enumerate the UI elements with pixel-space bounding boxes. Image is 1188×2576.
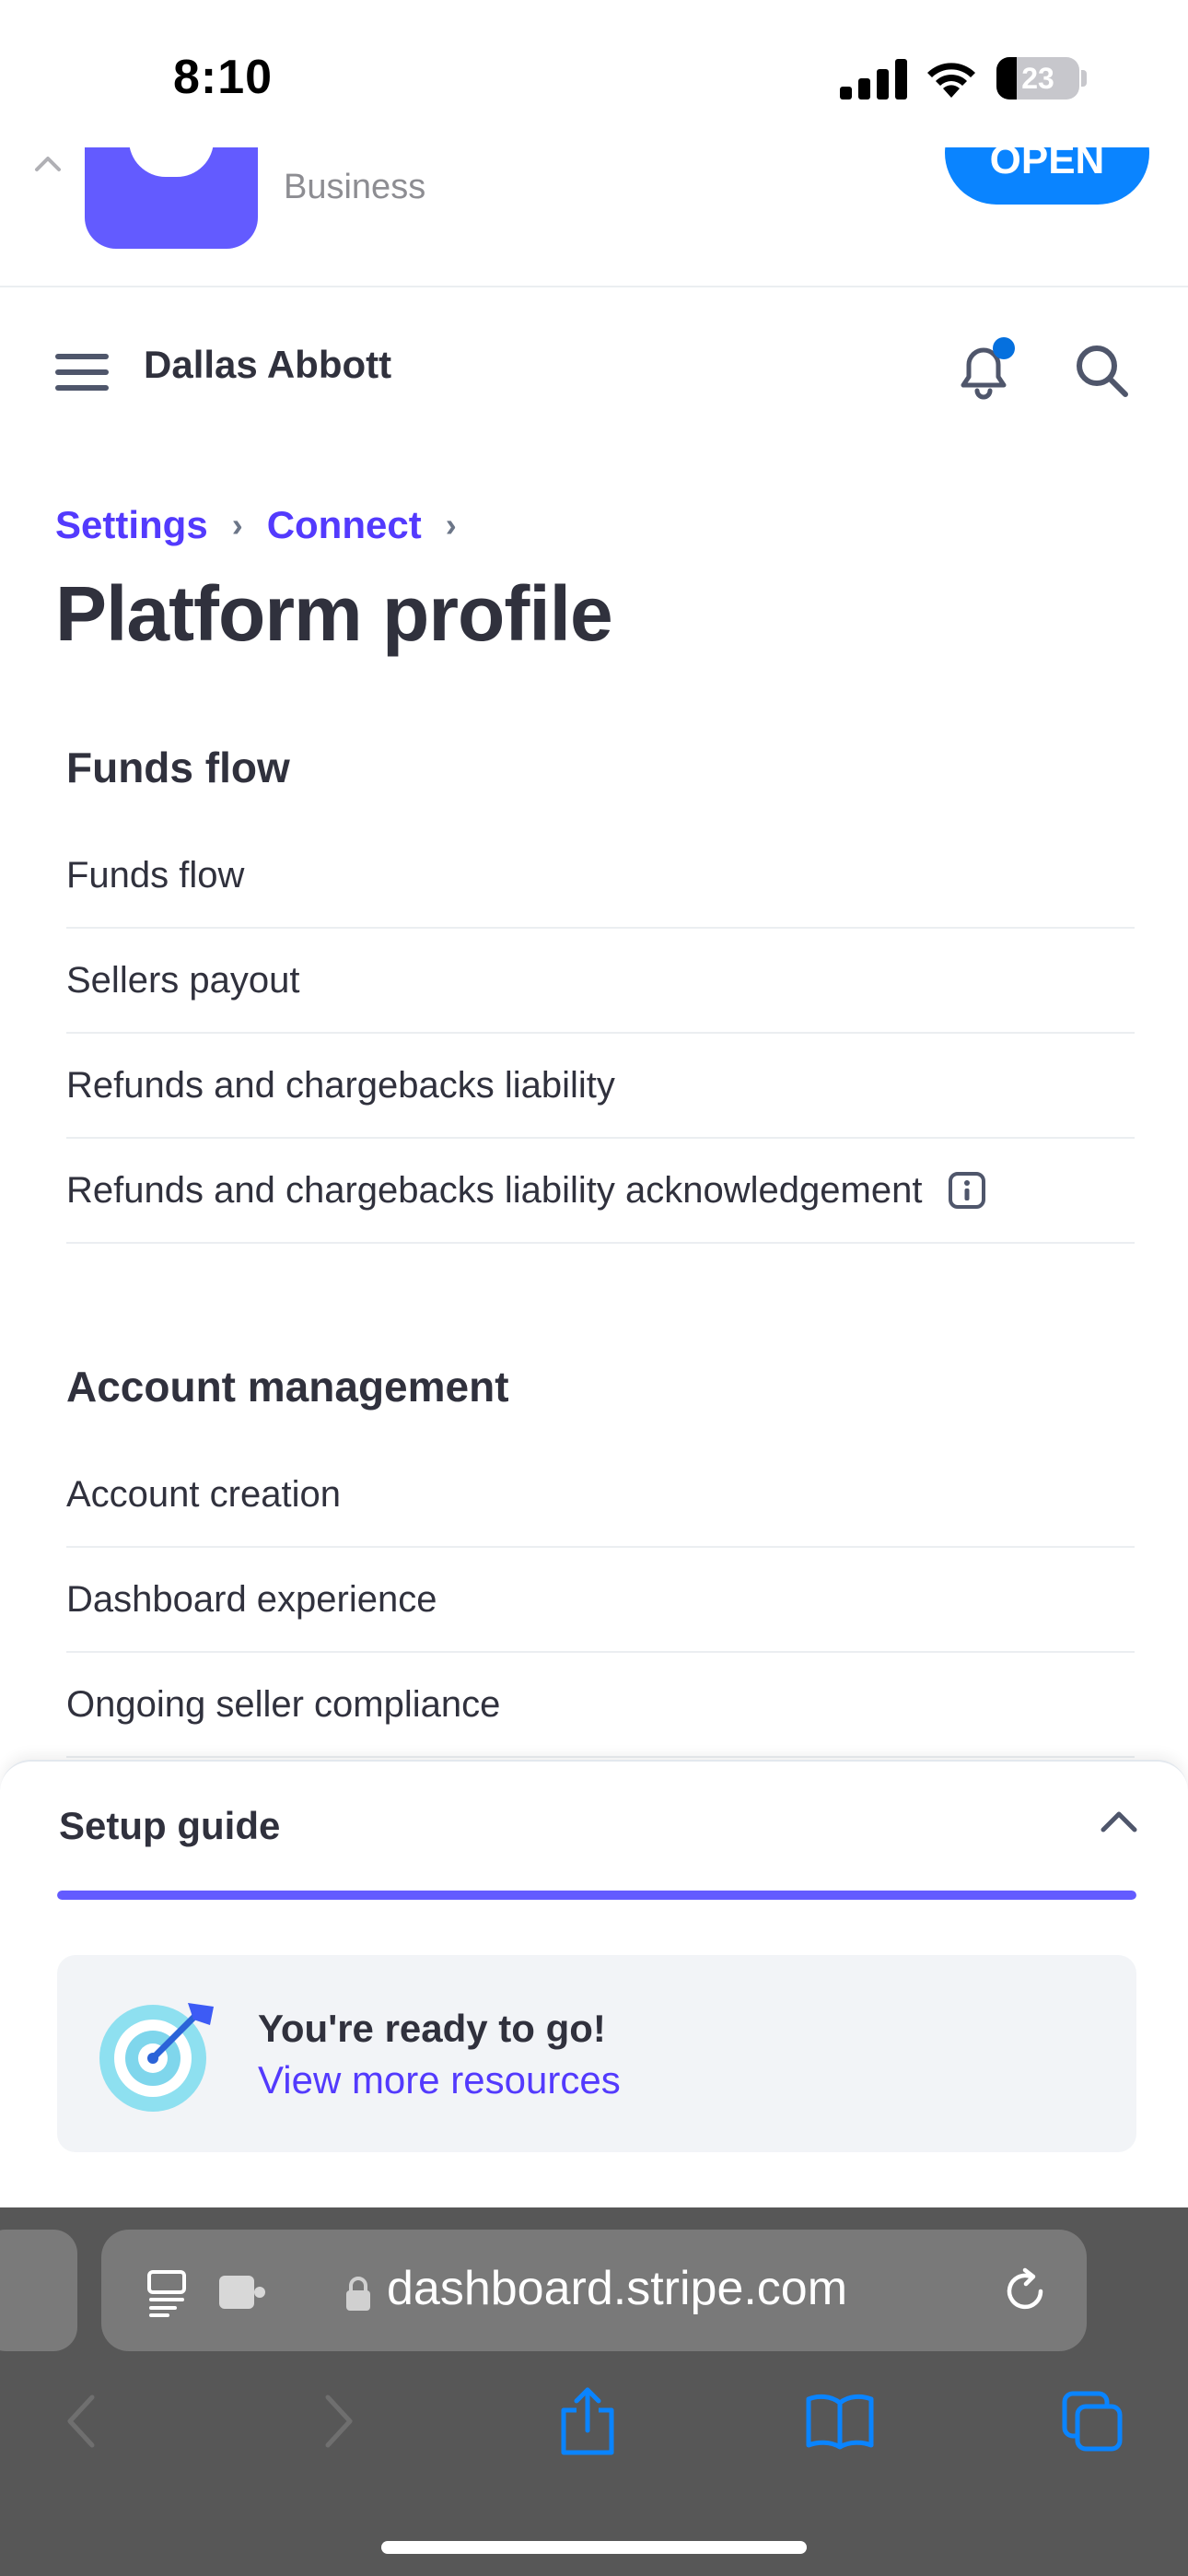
wifi-icon [927,63,975,98]
share-icon[interactable] [558,2386,617,2456]
account-name[interactable]: Dallas Abbott [144,343,391,387]
ready-card: You're ready to go! View more resources [57,1955,1136,2152]
battery-level: 23 [1021,62,1054,95]
hamburger-menu-icon[interactable] [55,352,109,392]
list-item[interactable]: Funds flow [66,824,1135,929]
section-title-account-management: Account management [66,1363,509,1411]
chevron-up-icon[interactable] [1098,1808,1140,1835]
list-item[interactable]: Account creation [66,1443,1135,1548]
previous-tab-preview[interactable] [0,2230,77,2351]
setup-guide-title[interactable]: Setup guide [59,1804,280,1848]
chevron-right-icon: › [231,506,243,544]
stripe-app-icon[interactable] [85,147,258,249]
ready-title: You're ready to go! [258,2007,606,2050]
browser-toolbar: dashboard.stripe.com [0,2207,1188,2576]
app-install-banner: Business OPEN [0,147,1188,287]
setup-guide-panel: Setup guide You're ready to go! View mor… [0,1760,1188,2207]
funds-flow-list: Funds flow Sellers payout Refunds and ch… [66,824,1135,1244]
list-item[interactable]: Refunds and chargebacks liability acknow… [66,1139,1135,1244]
extension-icon[interactable] [217,2272,267,2313]
setup-progress-fill [57,1891,1136,1900]
chevron-right-icon: › [445,506,457,544]
address-bar[interactable]: dashboard.stripe.com [101,2230,1087,2351]
url-text[interactable]: dashboard.stripe.com [387,2261,847,2316]
tabs-icon[interactable] [1061,2390,1125,2454]
search-icon[interactable] [1074,343,1131,400]
reload-icon[interactable] [1000,2266,1050,2316]
breadcrumb-settings[interactable]: Settings [55,503,208,547]
top-header: Dallas Abbott [0,287,1188,450]
notification-bell-icon[interactable] [949,335,1019,405]
battery-cap [1081,70,1087,87]
app-banner-subtitle: Business [284,168,426,206]
page-title: Platform profile [55,570,613,657]
reader-mode-icon[interactable] [146,2268,188,2318]
status-bar: 8:10 23 [0,0,1188,147]
breadcrumb: Settings › Connect › [55,499,481,551]
chevron-up-icon[interactable] [29,151,66,175]
lock-icon [346,2277,370,2311]
battery-icon: 23 [996,57,1079,100]
target-icon [99,2003,214,2112]
back-icon[interactable] [61,2392,101,2451]
cellular-signal-icon [840,59,907,100]
home-indicator[interactable] [381,2541,807,2554]
notification-dot [993,337,1015,359]
open-app-button[interactable]: OPEN [945,147,1149,205]
breadcrumb-connect[interactable]: Connect [267,503,422,547]
status-time: 8:10 [173,51,274,104]
list-item[interactable]: Dashboard experience [66,1548,1135,1653]
setup-progress-bar [57,1891,1136,1900]
section-title-funds-flow: Funds flow [66,744,290,791]
list-item[interactable]: Ongoing seller compliance [66,1653,1135,1758]
list-item[interactable]: Sellers payout [66,929,1135,1034]
info-icon[interactable] [948,1171,986,1210]
account-management-list: Account creation Dashboard experience On… [66,1443,1135,1758]
forward-icon[interactable] [319,2392,359,2451]
bookmarks-icon[interactable] [805,2394,875,2451]
list-item[interactable]: Refunds and chargebacks liability [66,1034,1135,1139]
view-more-resources-link[interactable]: View more resources [258,2058,621,2102]
